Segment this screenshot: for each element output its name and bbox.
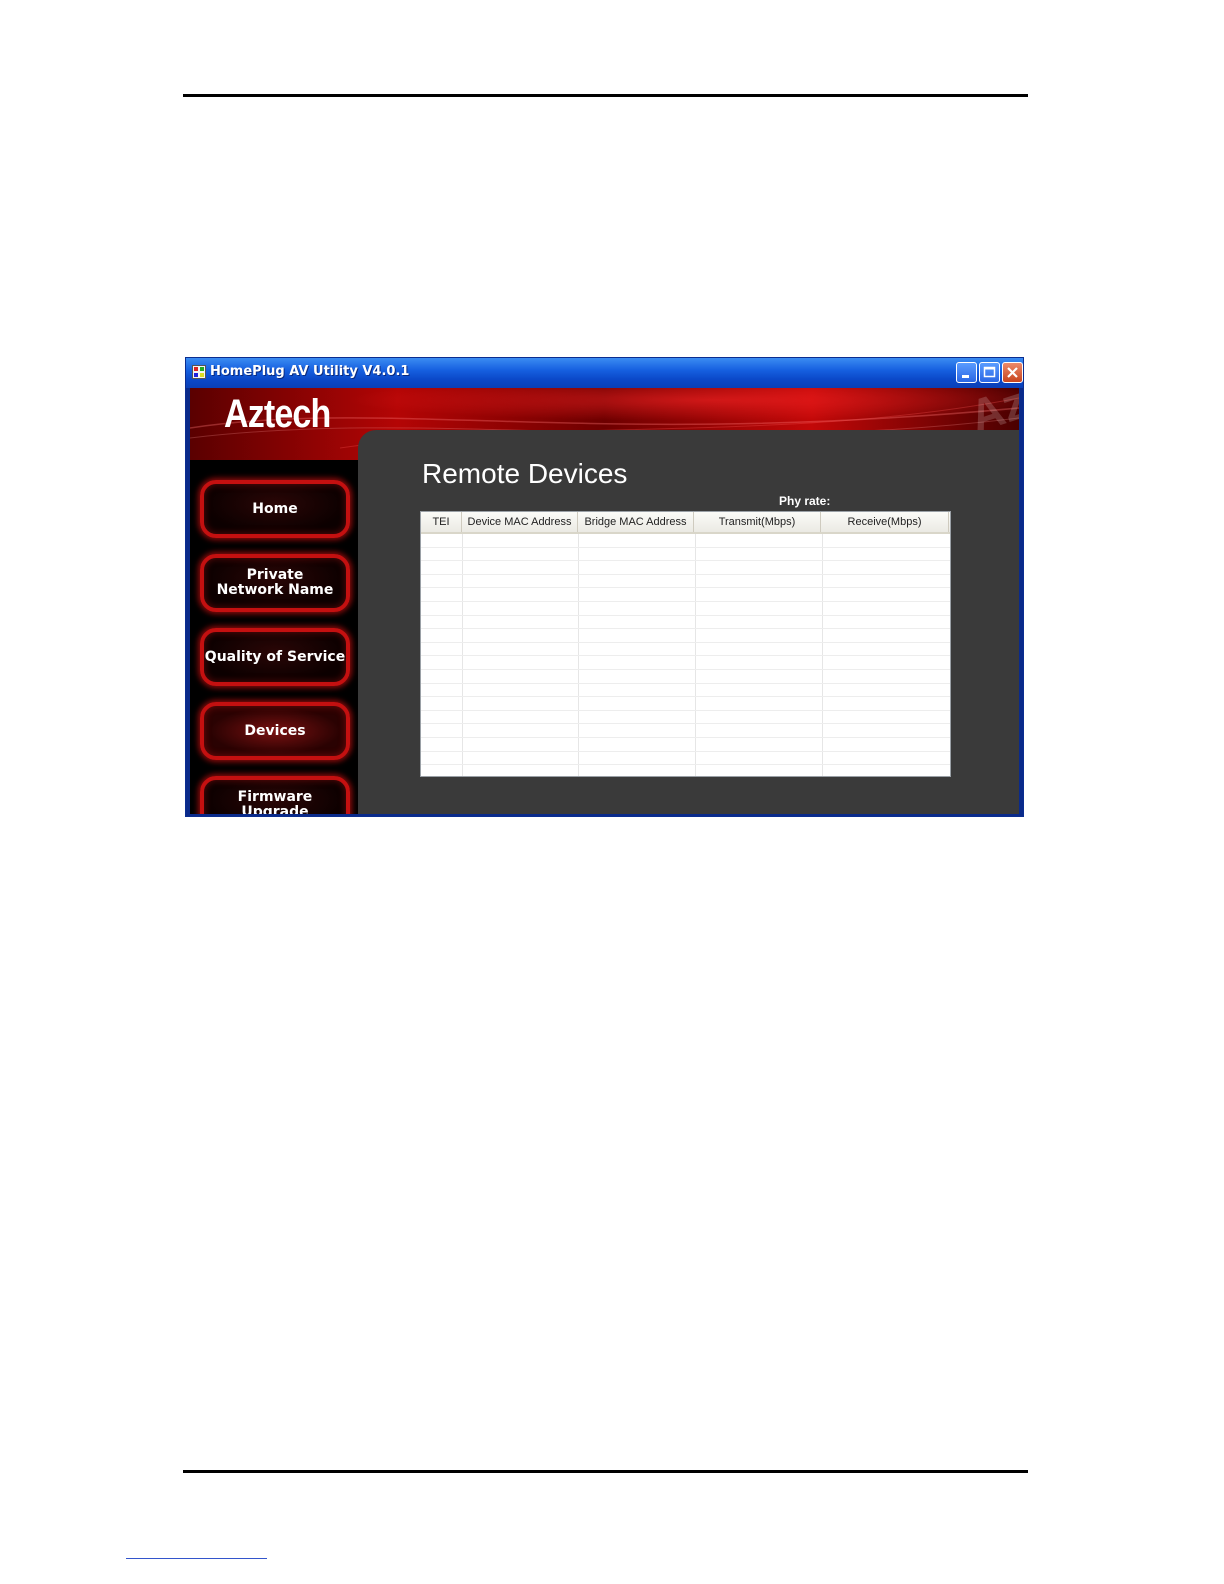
app-window: HomePlug AV Utility V4.0.1 Aztech Az Hom… xyxy=(185,357,1024,817)
table-row[interactable] xyxy=(421,575,950,589)
nav-private-network-name-button[interactable]: Private Network Name xyxy=(200,554,350,612)
aztech-logo: Aztech xyxy=(224,392,331,436)
table-row[interactable] xyxy=(421,697,950,711)
table-row[interactable] xyxy=(421,629,950,643)
footer-rule xyxy=(183,1470,1028,1473)
maximize-icon xyxy=(983,366,996,378)
nav-firmware-upgrade-button[interactable]: Firmware Upgrade xyxy=(200,776,350,814)
table-row[interactable] xyxy=(421,684,950,698)
table-row[interactable] xyxy=(421,534,950,548)
table-row[interactable] xyxy=(421,670,950,684)
table-row[interactable] xyxy=(421,738,950,752)
column-header-transmit[interactable]: Transmit(Mbps) xyxy=(694,512,821,532)
phy-rate-label: Phy rate: xyxy=(779,494,831,508)
close-button[interactable] xyxy=(1002,362,1023,383)
maximize-button[interactable] xyxy=(979,362,1000,383)
table-header: TEI Device MAC Address Bridge MAC Addres… xyxy=(421,512,950,534)
header-rule xyxy=(183,94,1028,97)
page-title: Remote Devices xyxy=(422,458,628,489)
close-icon xyxy=(1007,367,1018,378)
table-row[interactable] xyxy=(421,765,950,776)
nav-devices-button[interactable]: Devices xyxy=(200,702,350,760)
table-row[interactable] xyxy=(421,656,950,670)
column-header-bridge-mac[interactable]: Bridge MAC Address xyxy=(578,512,694,532)
footer-link-underline xyxy=(126,1558,267,1559)
remote-devices-table[interactable]: TEI Device MAC Address Bridge MAC Addres… xyxy=(420,511,951,777)
nav-quality-of-service-button[interactable]: Quality of Service xyxy=(200,628,350,686)
nav-firmware-upgrade-label: Firmware Upgrade xyxy=(237,789,313,815)
table-body xyxy=(421,534,950,776)
table-row[interactable] xyxy=(421,548,950,562)
table-row[interactable] xyxy=(421,643,950,657)
window-title: HomePlug AV Utility V4.0.1 xyxy=(210,364,410,379)
content-panel: Remote Devices Phy rate: TEI Device MAC … xyxy=(358,430,1019,814)
table-row[interactable] xyxy=(421,752,950,766)
minimize-icon xyxy=(962,375,969,378)
nav-home-label: Home xyxy=(252,500,298,517)
table-row[interactable] xyxy=(421,602,950,616)
table-row[interactable] xyxy=(421,588,950,602)
column-header-device-mac[interactable]: Device MAC Address xyxy=(462,512,578,532)
table-row[interactable] xyxy=(421,616,950,630)
table-row[interactable] xyxy=(421,724,950,738)
app-icon xyxy=(192,365,206,379)
sidebar: Home Private Network Name Quality of Ser… xyxy=(190,460,356,814)
nav-devices-label: Devices xyxy=(244,722,306,739)
client-area: Aztech Az Home Private Network Name Qual… xyxy=(190,388,1019,814)
column-header-receive[interactable]: Receive(Mbps) xyxy=(821,512,949,532)
table-row[interactable] xyxy=(421,711,950,725)
nav-private-network-name-label: Private Network Name xyxy=(216,567,334,598)
title-bar[interactable]: HomePlug AV Utility V4.0.1 xyxy=(186,358,1023,388)
column-header-tei[interactable]: TEI xyxy=(421,512,462,532)
table-row[interactable] xyxy=(421,561,950,575)
minimize-button[interactable] xyxy=(956,362,977,383)
nav-home-button[interactable]: Home xyxy=(200,480,350,538)
nav-quality-of-service-label: Quality of Service xyxy=(204,648,346,665)
